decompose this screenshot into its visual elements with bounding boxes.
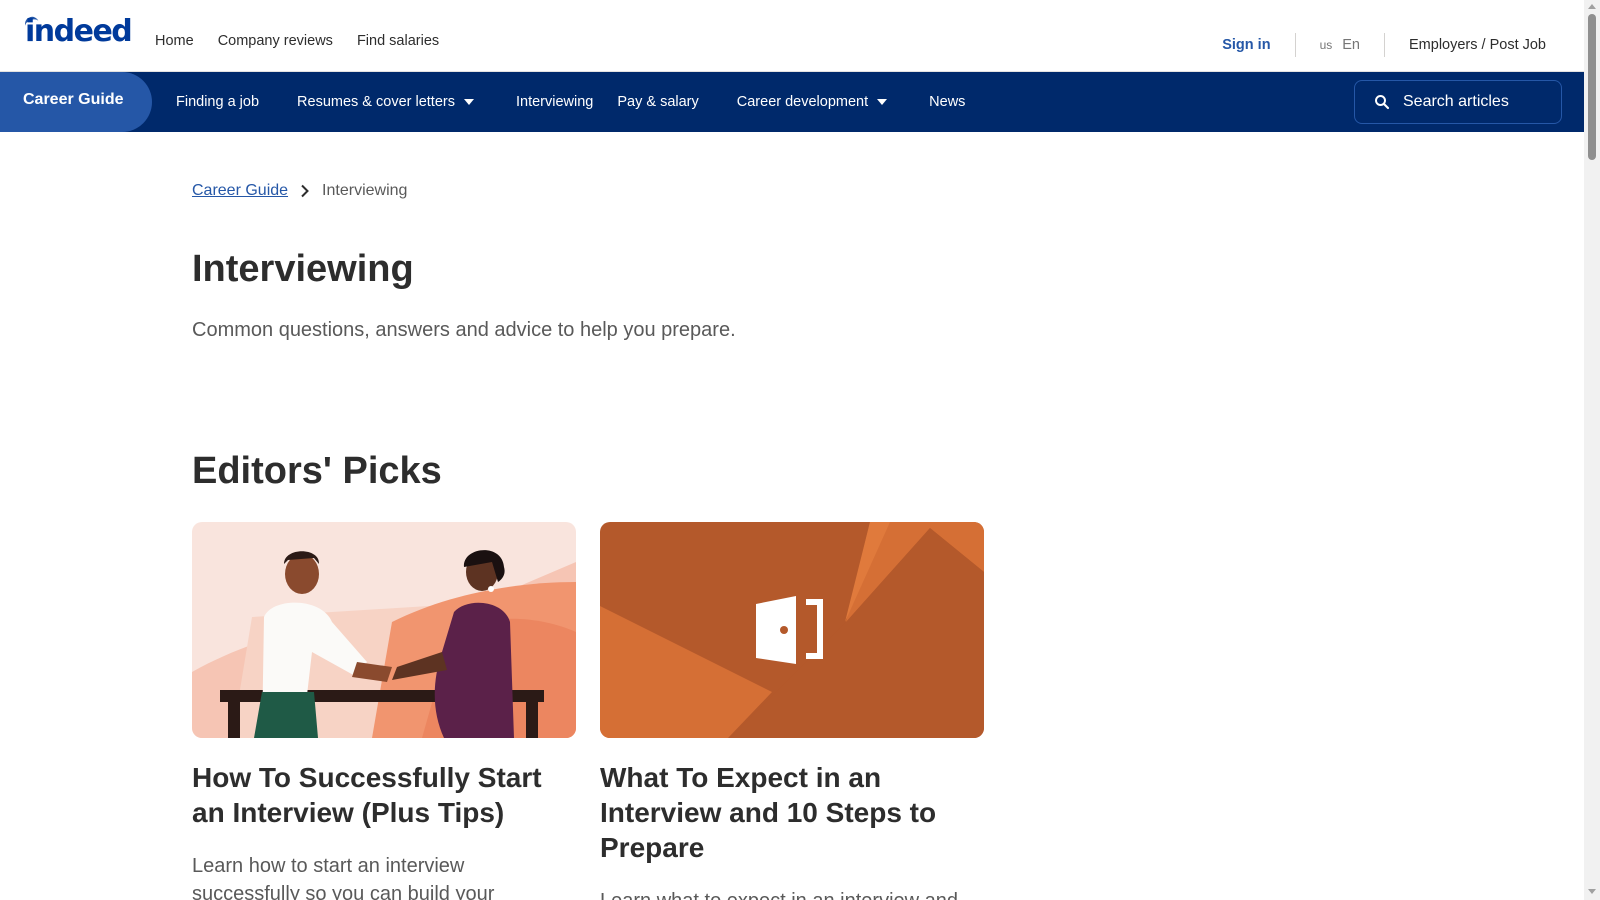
- scroll-down-arrow-icon[interactable]: [1588, 889, 1596, 894]
- nav-company-reviews[interactable]: Company reviews: [218, 33, 333, 49]
- chevron-down-icon: [463, 99, 474, 105]
- indeed-logo[interactable]: indeed: [0, 0, 140, 70]
- article-card-title[interactable]: What To Expect in an Interview and 10 St…: [600, 760, 984, 865]
- scroll-up-arrow-icon[interactable]: [1588, 4, 1596, 9]
- country-code: us: [1319, 38, 1333, 52]
- nav-finding-a-job[interactable]: Finding a job: [176, 94, 259, 110]
- nav-label: Resumes & cover letters: [297, 94, 455, 110]
- career-guide-nav-links: Finding a job Resumes & cover letters In…: [176, 72, 965, 132]
- breadcrumb-current: Interviewing: [322, 182, 408, 199]
- top-header: indeed Home Company reviews Find salarie…: [0, 0, 1584, 72]
- page-scrollbar[interactable]: [1584, 0, 1600, 900]
- scrollbar-thumb[interactable]: [1588, 14, 1596, 160]
- article-card-title[interactable]: How To Successfully Start an Interview (…: [192, 760, 576, 830]
- header-actions: Sign in us En Employers / Post Job: [1222, 33, 1546, 57]
- page-subtitle: Common questions, answers and advice to …: [192, 319, 736, 341]
- language-code: En: [1342, 37, 1360, 53]
- editors-picks-heading: Editors' Picks: [192, 450, 442, 492]
- logo-text: indeed: [25, 14, 133, 49]
- nav-news[interactable]: News: [929, 94, 965, 110]
- nav-pay-salary[interactable]: Pay & salary: [617, 94, 698, 110]
- handshake-illustration: [192, 522, 576, 738]
- nav-resumes-cover-letters[interactable]: Resumes & cover letters: [297, 94, 474, 110]
- chevron-right-icon: [300, 184, 310, 198]
- nav-label: Career development: [736, 94, 869, 110]
- nav-label: Interviewing: [515, 94, 594, 110]
- search-input[interactable]: [1403, 93, 1553, 111]
- locale-selector[interactable]: us En: [1320, 37, 1360, 53]
- divider: [1384, 33, 1385, 57]
- breadcrumb-career-guide-link[interactable]: Career Guide: [192, 182, 288, 200]
- nav-label: Pay & salary: [617, 94, 699, 110]
- nav-home[interactable]: Home: [155, 33, 194, 49]
- career-guide-home-tab[interactable]: Career Guide: [0, 72, 152, 132]
- breadcrumb: Career Guide Interviewing: [192, 182, 407, 200]
- sign-in-link[interactable]: Sign in: [1222, 37, 1270, 53]
- door-icon-illustration: [600, 522, 984, 738]
- top-nav: Home Company reviews Find salaries: [155, 33, 439, 49]
- search-icon: [1375, 95, 1390, 110]
- article-card[interactable]: What To Expect in an Interview and 10 St…: [600, 522, 984, 900]
- search-articles-box[interactable]: [1354, 80, 1562, 124]
- page-title: Interviewing: [192, 248, 414, 290]
- nav-find-salaries[interactable]: Find salaries: [357, 33, 439, 49]
- nav-interviewing[interactable]: Interviewing: [516, 94, 593, 110]
- nav-label: Finding a job: [176, 94, 260, 110]
- nav-label: News: [929, 94, 966, 110]
- employers-post-job-link[interactable]: Employers / Post Job: [1409, 37, 1546, 53]
- career-guide-navbar: Career Guide Finding a job Resumes & cov…: [0, 72, 1584, 132]
- article-card[interactable]: How To Successfully Start an Interview (…: [192, 522, 576, 900]
- divider: [1294, 33, 1296, 57]
- article-card-description: Learn how to start an interview successf…: [192, 855, 495, 900]
- nav-career-development[interactable]: Career development: [736, 94, 888, 110]
- article-card-description: Learn what to expect in an interview and: [600, 887, 984, 900]
- chevron-down-icon: [877, 99, 888, 105]
